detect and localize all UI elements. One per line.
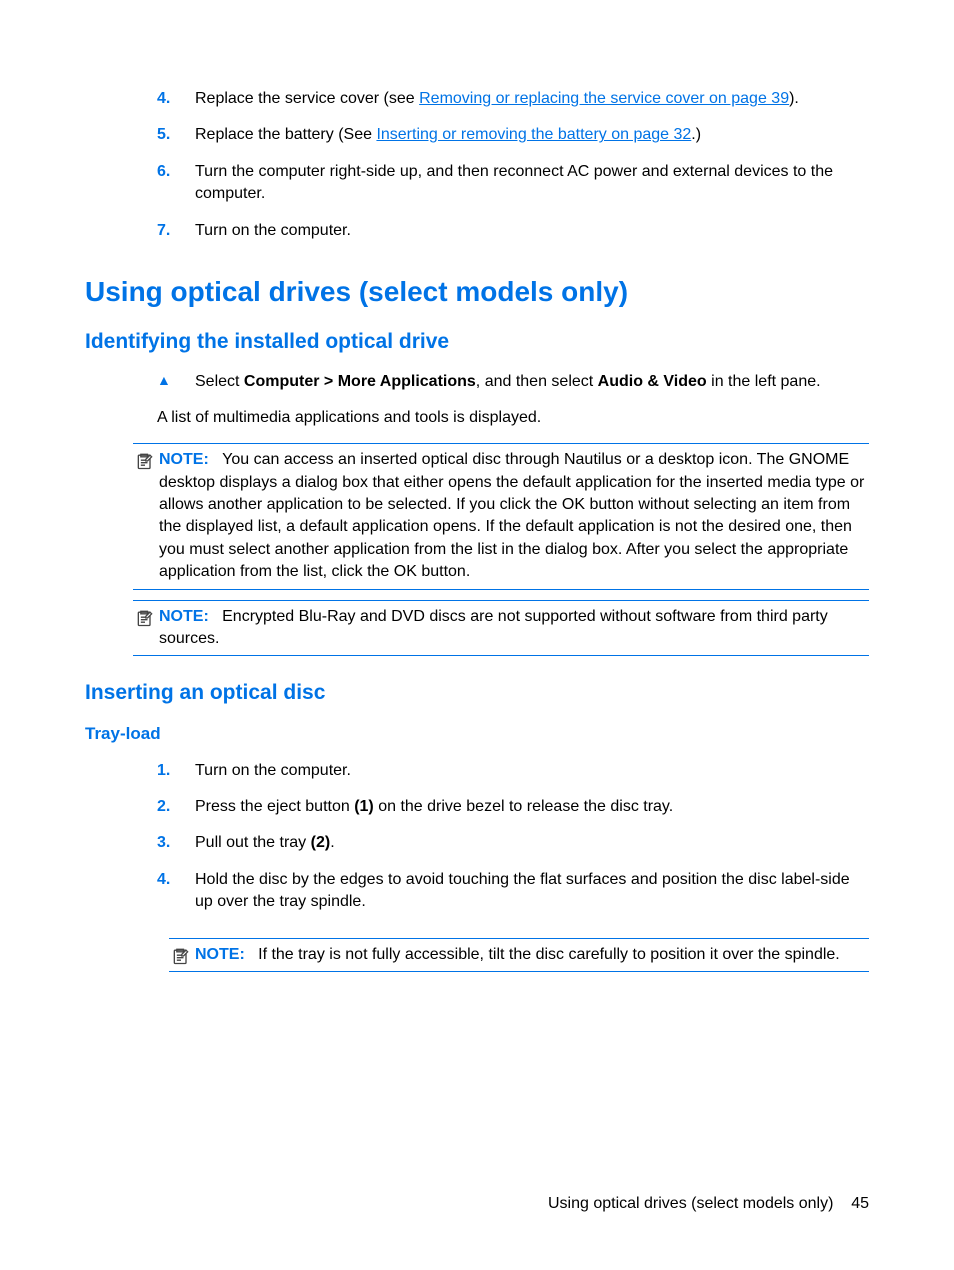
heading-3-trayload: Tray-load <box>85 722 869 746</box>
list-number: 6. <box>157 161 195 183</box>
heading-2-identifying: Identifying the installed optical drive <box>85 327 869 356</box>
triangle-icon: ▲ <box>157 371 195 391</box>
text: in the left pane. <box>707 373 821 390</box>
link-service-cover[interactable]: Removing or replacing the service cover … <box>419 90 789 107</box>
note-icon <box>169 944 193 966</box>
list-item: 5. Replace the battery (See Inserting or… <box>157 124 869 146</box>
text: Press the eject button <box>195 798 354 815</box>
text: , and then select <box>476 373 598 390</box>
list-body: Press the eject button (1) on the drive … <box>195 796 869 818</box>
document-page: 4. Replace the service cover (see Removi… <box>0 0 954 1270</box>
list-number: 5. <box>157 124 195 146</box>
heading-2-inserting: Inserting an optical disc <box>85 678 869 707</box>
step-bullet: ▲ Select Computer > More Applications, a… <box>85 371 869 393</box>
bold-text: Audio & Video <box>598 373 707 390</box>
text: on the drive bezel to release the disc t… <box>374 798 673 815</box>
bold-text: (2) <box>311 834 331 851</box>
note-block: NOTE: Encrypted Blu-Ray and DVD discs ar… <box>133 600 869 657</box>
note-label: NOTE: <box>195 946 245 963</box>
text: Replace the battery (See <box>195 126 376 143</box>
list-item: 4. Hold the disc by the edges to avoid t… <box>157 869 869 914</box>
list-body: Turn on the computer. <box>195 220 869 242</box>
list-body: Pull out the tray (2). <box>195 832 869 854</box>
bold-text: Computer > More Applications <box>244 373 476 390</box>
heading-1: Using optical drives (select models only… <box>85 272 869 311</box>
step-text: Select Computer > More Applications, and… <box>195 371 869 393</box>
list-item: 4. Replace the service cover (see Removi… <box>157 88 869 110</box>
note-text: NOTE: If the tray is not fully accessibl… <box>195 944 869 966</box>
list-body: Turn on the computer. <box>195 760 869 782</box>
note-label: NOTE: <box>159 451 209 468</box>
list-number: 1. <box>157 760 195 782</box>
list-number: 4. <box>157 88 195 110</box>
note-block: NOTE: If the tray is not fully accessibl… <box>169 938 869 972</box>
note-text: NOTE: You can access an inserted optical… <box>159 449 869 583</box>
link-battery[interactable]: Inserting or removing the battery on pag… <box>376 126 691 143</box>
footer-text: Using optical drives (select models only… <box>548 1195 833 1212</box>
note-label: NOTE: <box>159 608 209 625</box>
text: .) <box>691 126 701 143</box>
list-body: Replace the service cover (see Removing … <box>195 88 869 110</box>
bold-text: (1) <box>354 798 374 815</box>
list-body: Replace the battery (See Inserting or re… <box>195 124 869 146</box>
list-body: Turn the computer right-side up, and the… <box>195 161 869 206</box>
list-item: 1. Turn on the computer. <box>157 760 869 782</box>
continued-ordered-list: 4. Replace the service cover (see Removi… <box>85 88 869 242</box>
text: ). <box>789 90 799 107</box>
page-number: 45 <box>851 1195 869 1212</box>
note-icon <box>133 606 157 628</box>
note-body: If the tray is not fully accessible, til… <box>258 946 840 963</box>
page-footer: Using optical drives (select models only… <box>548 1193 869 1215</box>
list-number: 3. <box>157 832 195 854</box>
note-body: Encrypted Blu-Ray and DVD discs are not … <box>159 608 828 647</box>
list-item: 7. Turn on the computer. <box>157 220 869 242</box>
text: . <box>330 834 334 851</box>
list-number: 7. <box>157 220 195 242</box>
note-body: You can access an inserted optical disc … <box>159 451 864 580</box>
list-item: 3. Pull out the tray (2). <box>157 832 869 854</box>
list-number: 4. <box>157 869 195 891</box>
list-number: 2. <box>157 796 195 818</box>
trayload-ordered-list: 1. Turn on the computer. 2. Press the ej… <box>85 760 869 914</box>
paragraph: A list of multimedia applications and to… <box>85 407 869 429</box>
text: Select <box>195 373 244 390</box>
note-icon <box>133 449 157 471</box>
list-item: 6. Turn the computer right-side up, and … <box>157 161 869 206</box>
text: Replace the service cover (see <box>195 90 419 107</box>
note-block: NOTE: You can access an inserted optical… <box>133 443 869 589</box>
list-body: Hold the disc by the edges to avoid touc… <box>195 869 869 914</box>
text: Pull out the tray <box>195 834 311 851</box>
list-item: 2. Press the eject button (1) on the dri… <box>157 796 869 818</box>
note-text: NOTE: Encrypted Blu-Ray and DVD discs ar… <box>159 606 869 651</box>
